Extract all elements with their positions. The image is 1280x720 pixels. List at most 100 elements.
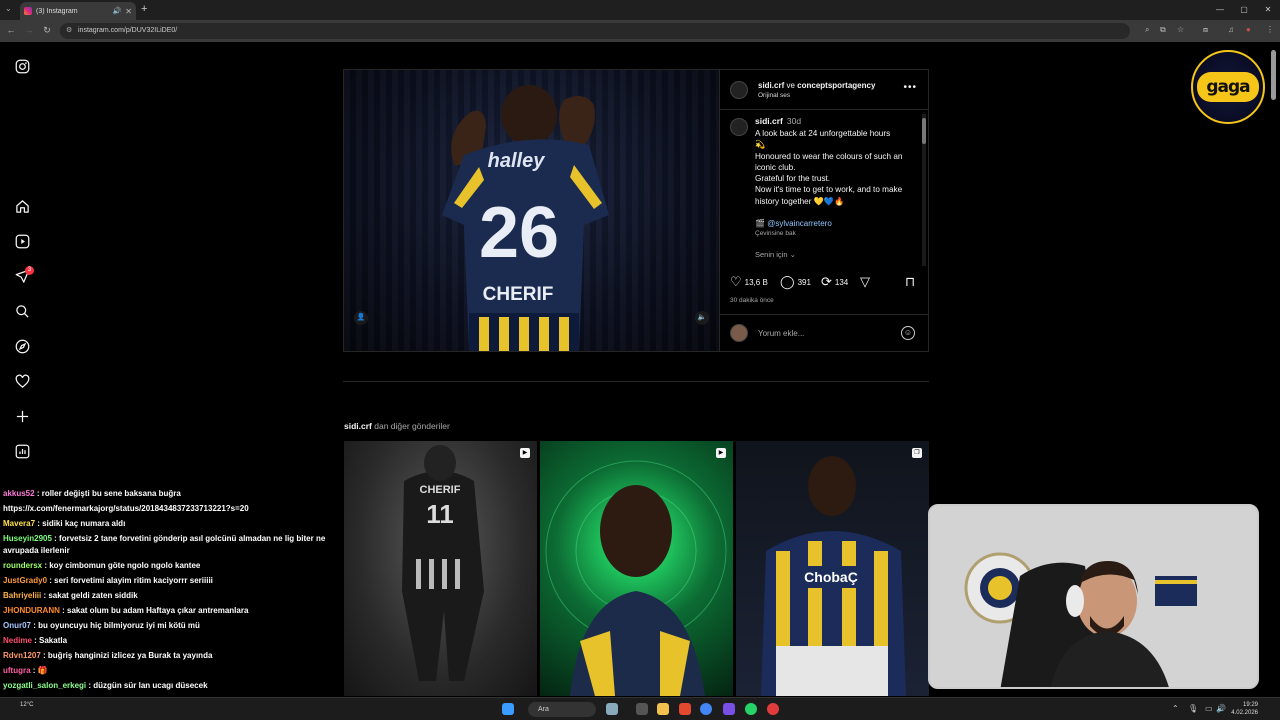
widget-icon[interactable]	[606, 703, 618, 715]
url-field[interactable]: ⚙ instagram.com/p/DUV32ILiDE0/	[60, 23, 1130, 39]
scrollbar-thumb[interactable]	[922, 118, 926, 144]
repost-button[interactable]: ⟳ 134	[821, 274, 848, 290]
chat-message: akkus52 : roller değişti bu sene baksana…	[3, 486, 333, 501]
minimize-icon[interactable]: —	[1208, 0, 1232, 20]
instagram-icon[interactable]	[12, 56, 32, 76]
page-scrollbar-thumb[interactable]	[1271, 50, 1276, 100]
search-icon[interactable]	[12, 301, 32, 321]
create-icon[interactable]	[12, 406, 32, 426]
like-button[interactable]: ♡ 13,6 B	[730, 274, 768, 290]
see-translation-link[interactable]: Çevirisine bak	[755, 230, 796, 237]
site-info-icon[interactable]: ⚙	[66, 23, 72, 39]
tab-instagram[interactable]: (3) Instagram 🔊 ✕	[20, 2, 136, 20]
instagram-favicon-icon	[24, 7, 32, 15]
menu-icon[interactable]: ⋮	[1266, 25, 1274, 34]
new-tab-button[interactable]: +	[141, 3, 147, 15]
chat-username[interactable]: JustGrady0	[3, 576, 47, 585]
author-conjunction: ve	[786, 81, 795, 90]
start-icon[interactable]	[502, 703, 514, 715]
caption-username[interactable]: sidi.crf	[755, 116, 783, 126]
chat-text: düzgün sür lan ucagı düsecek	[93, 681, 208, 690]
clock-time: 19:29	[1242, 702, 1258, 708]
extensions-icon[interactable]: ⧈	[1203, 25, 1208, 35]
task-view-icon[interactable]	[636, 703, 648, 715]
cast-icon[interactable]: ⧉	[1160, 25, 1166, 35]
home-icon[interactable]	[12, 196, 32, 216]
post-media[interactable]: halley 26 CHERIF 👤 🔈	[344, 70, 719, 351]
tab-search-icon[interactable]: ⌄	[5, 4, 12, 13]
post-thumbnail[interactable]: ChobaÇ ❐	[736, 441, 929, 696]
comment-button[interactable]: ◯ 391	[780, 274, 811, 290]
explore-icon[interactable]	[12, 336, 32, 356]
chrome-icon[interactable]	[700, 703, 712, 715]
caption-line: A look back at 24 unforgettable hours	[755, 129, 891, 138]
maximize-icon[interactable]: ▢	[1232, 0, 1256, 20]
more-posts-suffix: dan diğer gönderiler	[374, 421, 450, 431]
brave-icon[interactable]	[679, 703, 691, 715]
dashboard-icon[interactable]	[12, 441, 32, 461]
chat-username[interactable]: Nedime	[3, 636, 32, 645]
post-thumbnail[interactable]: CHERIF 11 ▶	[344, 441, 537, 696]
likes-count: 13,6 B	[744, 277, 768, 287]
mic-icon[interactable]: 🎙	[1188, 704, 1198, 713]
for-you-label: Senin için	[755, 250, 788, 259]
audio-label[interactable]: Orijinal ses	[758, 92, 790, 99]
close-window-icon[interactable]: ✕	[1256, 0, 1280, 20]
app-icon[interactable]	[767, 703, 779, 715]
mention-link[interactable]: @sylvaincarretero	[767, 219, 832, 228]
chat-username[interactable]: Rdvn1207	[3, 651, 41, 660]
comment-input[interactable]: Yorum ekle...	[758, 329, 804, 338]
more-options-icon[interactable]: •••	[903, 82, 917, 93]
avatar[interactable]	[730, 81, 748, 99]
emoji-icon[interactable]: ☺	[901, 326, 915, 340]
clock[interactable]: 19:29 4.02.2026	[1231, 701, 1258, 717]
caption-avatar[interactable]	[730, 118, 748, 136]
mute-icon[interactable]: 🔈	[695, 311, 709, 325]
back-icon[interactable]: ←	[2, 25, 20, 35]
chat-username[interactable]: yozgatli_salon_erkegi	[3, 681, 86, 690]
chat-username[interactable]: uftugra	[3, 666, 31, 675]
profile-icon[interactable]: ●	[1246, 25, 1251, 34]
tagged-users-icon[interactable]: 👤	[354, 311, 368, 325]
taskbar-search[interactable]: Ara	[528, 702, 596, 717]
zoom-icon[interactable]: ⌕	[1145, 25, 1149, 35]
chat-username[interactable]: akkus52	[3, 489, 35, 498]
svg-text:ChobaÇ: ChobaÇ	[804, 569, 858, 585]
close-tab-icon[interactable]: ✕	[125, 7, 132, 16]
chat-username[interactable]: Huseyin2905	[3, 534, 52, 543]
post-thumbnail[interactable]: ▶	[540, 441, 733, 696]
chat-message: yozgatli_salon_erkegi : düzgün sür lan u…	[3, 678, 333, 693]
more-posts-user[interactable]: sidi.crf	[344, 421, 372, 431]
caption-scrollbar[interactable]	[922, 114, 926, 266]
bookmark-star-icon[interactable]: ☆	[1177, 25, 1184, 34]
weather-widget[interactable]: 12°C	[20, 701, 33, 709]
volume-icon[interactable]: 🔊	[1216, 704, 1226, 713]
chat-username[interactable]: Onur07	[3, 621, 31, 630]
forward-icon[interactable]: →	[20, 25, 38, 35]
reel-icon: ▶	[716, 448, 726, 458]
app-icon[interactable]	[723, 703, 735, 715]
share-button[interactable]: ▽	[860, 274, 870, 290]
save-button[interactable]: ⊓	[905, 274, 915, 290]
whatsapp-icon[interactable]	[745, 703, 757, 715]
speaker-icon[interactable]: 🔊	[113, 7, 122, 15]
reload-icon[interactable]: ↻	[38, 25, 56, 36]
notifications-icon[interactable]	[12, 371, 32, 391]
chat-username[interactable]: Mavera7	[3, 519, 35, 528]
file-explorer-icon[interactable]	[657, 703, 669, 715]
taskbar: 12°C Ara ⌃ 🎙 ▭ 🔊 19:29 4.02.2026	[0, 697, 1280, 720]
chat-text: roller değişti bu sene baksana buğra	[41, 489, 181, 498]
chat-username[interactable]: roundersx	[3, 561, 42, 570]
author-2-link[interactable]: conceptsportagency	[797, 81, 875, 90]
chat-username[interactable]: Bahriyeliii	[3, 591, 41, 600]
author-1-link[interactable]: sidi.crf	[758, 81, 784, 90]
tray-expand-icon[interactable]: ⌃	[1172, 704, 1179, 713]
chat-message: Huseyin2905 : forvetsiz 2 tane forvetini…	[3, 533, 333, 556]
display-icon[interactable]: ▭	[1205, 704, 1213, 713]
chat-username[interactable]: JHONDURANN	[3, 606, 60, 615]
post-time-ago: 30 dakika önce	[730, 297, 774, 304]
chat-separator: :	[31, 636, 40, 645]
reels-icon[interactable]	[12, 231, 32, 251]
media-icon[interactable]: ♫	[1228, 25, 1234, 34]
for-you-dropdown[interactable]: Senin için ⌄	[755, 250, 796, 259]
